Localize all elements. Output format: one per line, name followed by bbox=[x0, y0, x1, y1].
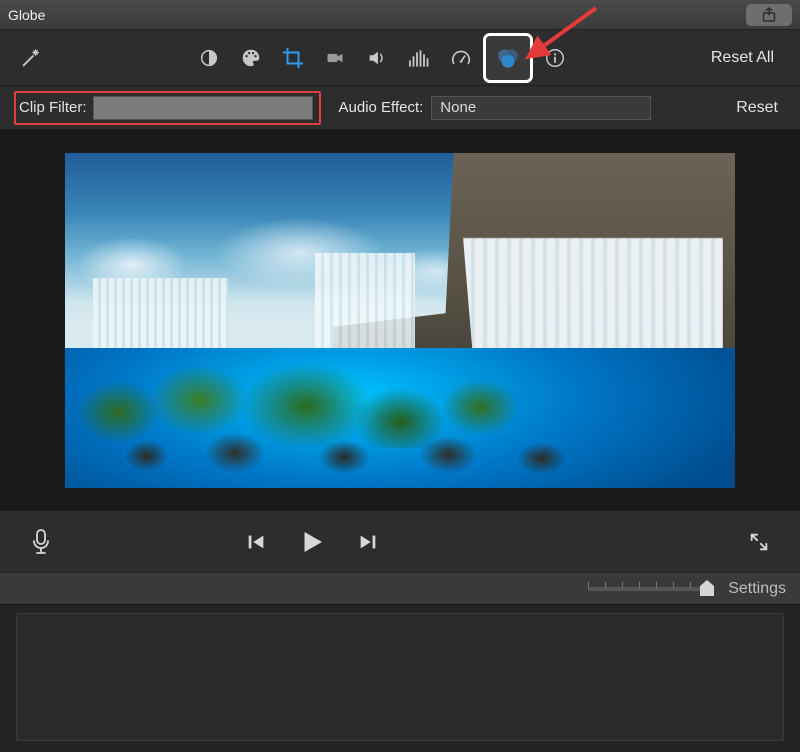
audio-effect-value: None bbox=[440, 99, 476, 116]
expand-icon bbox=[748, 531, 770, 553]
overlapping-circles-icon bbox=[495, 45, 521, 71]
timeline-settings-strip: Settings bbox=[0, 572, 800, 604]
share-button[interactable] bbox=[746, 4, 792, 26]
share-icon bbox=[761, 7, 777, 23]
clip-filter-audio-effects-button[interactable] bbox=[486, 36, 530, 80]
speaker-icon bbox=[366, 47, 388, 69]
next-button[interactable] bbox=[357, 531, 379, 553]
adjust-toolbar: Reset All bbox=[0, 30, 800, 86]
speedometer-icon bbox=[450, 47, 472, 69]
video-preview[interactable] bbox=[65, 153, 735, 488]
play-icon bbox=[297, 527, 327, 557]
clip-filter-label: Clip Filter: bbox=[19, 99, 87, 116]
microphone-icon bbox=[30, 528, 52, 556]
audio-effect-label: Audio Effect: bbox=[339, 99, 424, 116]
magic-wand-icon bbox=[20, 47, 42, 69]
equalizer-icon bbox=[407, 48, 431, 68]
volume-button[interactable] bbox=[360, 41, 394, 75]
timeline-area bbox=[0, 604, 800, 752]
timeline-track[interactable] bbox=[16, 613, 784, 741]
play-button[interactable] bbox=[297, 527, 327, 557]
crop-button[interactable] bbox=[276, 41, 310, 75]
color-correction-button[interactable] bbox=[234, 41, 268, 75]
stabilization-button[interactable] bbox=[318, 41, 352, 75]
filter-bar: Clip Filter: Audio Effect: None Reset bbox=[0, 86, 800, 130]
clip-filter-selector[interactable] bbox=[93, 96, 313, 120]
half-circle-icon bbox=[198, 47, 220, 69]
skip-forward-icon bbox=[357, 531, 379, 553]
palette-icon bbox=[240, 47, 262, 69]
clip-filter-group-highlight: Clip Filter: bbox=[14, 91, 321, 125]
fullscreen-button[interactable] bbox=[748, 531, 770, 553]
info-icon bbox=[544, 47, 566, 69]
noise-reduction-button[interactable] bbox=[402, 41, 436, 75]
zoom-slider[interactable] bbox=[588, 587, 708, 591]
info-button[interactable] bbox=[538, 41, 572, 75]
record-voiceover-button[interactable] bbox=[30, 528, 52, 556]
audio-effect-selector[interactable]: None bbox=[431, 96, 651, 120]
crop-icon bbox=[282, 47, 304, 69]
speed-button[interactable] bbox=[444, 41, 478, 75]
auto-enhance-button[interactable] bbox=[14, 41, 48, 75]
preview-area bbox=[0, 130, 800, 510]
previous-button[interactable] bbox=[245, 531, 267, 553]
project-title: Globe bbox=[8, 7, 45, 23]
slider-thumb-icon bbox=[700, 580, 714, 596]
transport-bar bbox=[0, 510, 800, 572]
settings-button[interactable]: Settings bbox=[728, 580, 786, 598]
title-bar: Globe bbox=[0, 0, 800, 30]
color-balance-button[interactable] bbox=[192, 41, 226, 75]
video-camera-icon bbox=[325, 48, 345, 68]
reset-button[interactable]: Reset bbox=[736, 99, 786, 117]
reset-all-button[interactable]: Reset All bbox=[711, 49, 786, 67]
skip-back-icon bbox=[245, 531, 267, 553]
